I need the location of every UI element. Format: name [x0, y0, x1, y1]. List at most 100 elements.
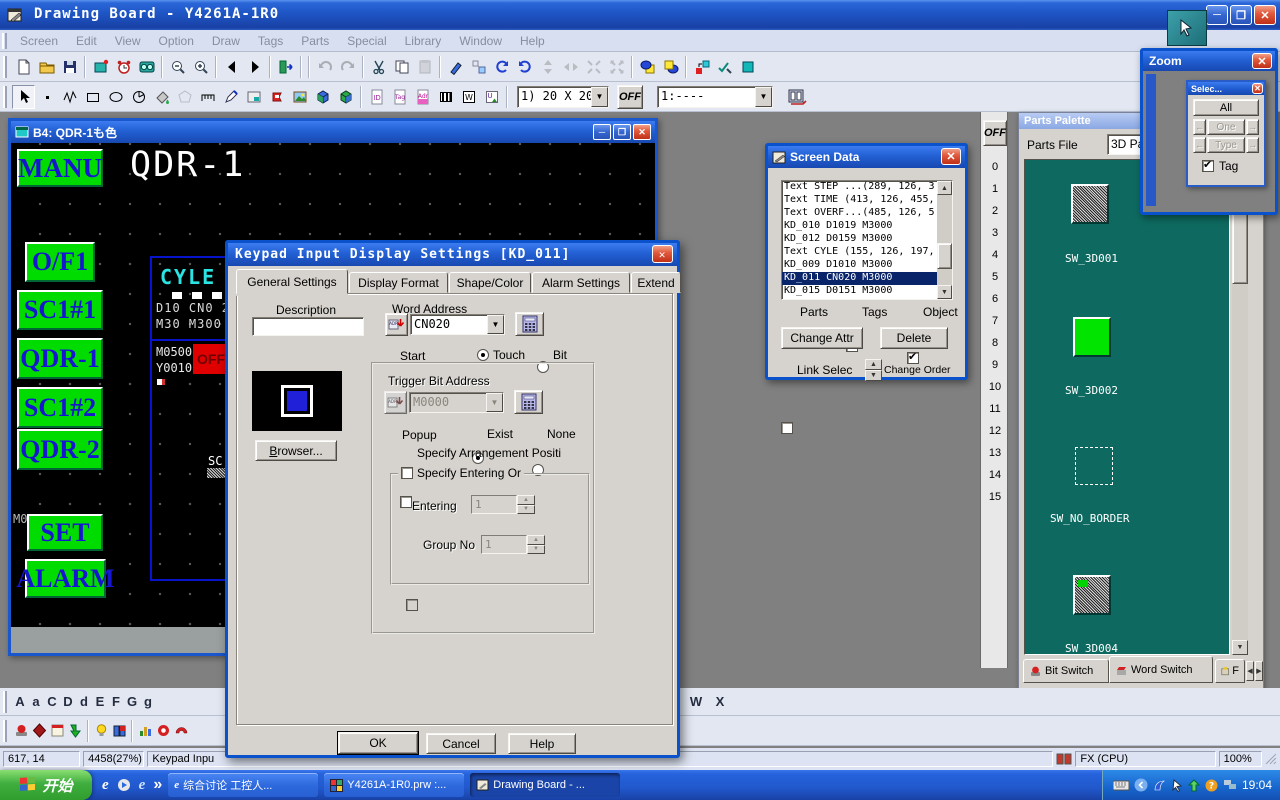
state-number[interactable]: 5 [981, 266, 1009, 288]
rotate-left-button[interactable] [490, 55, 513, 79]
letter-button[interactable]: a [28, 694, 44, 709]
update-tray-icon[interactable] [1188, 779, 1200, 792]
tag-checkbox[interactable] [1202, 160, 1214, 172]
state-number[interactable]: 7 [981, 310, 1009, 332]
selector-close-button[interactable]: ✕ [1252, 83, 1263, 94]
network-tray-icon[interactable] [1223, 779, 1237, 791]
exit-button[interactable] [274, 55, 297, 79]
delete-button[interactable]: Delete [880, 327, 948, 349]
bring-to-front-button[interactable] [636, 55, 659, 79]
hmi-button-alarm[interactable]: ALARM [25, 559, 106, 598]
enlarge-button[interactable] [605, 55, 628, 79]
part-box1-button[interactable] [311, 85, 334, 109]
screen-combo-arrow[interactable]: ▼ [755, 87, 772, 107]
save-button[interactable] [58, 55, 81, 79]
one-prev-button[interactable]: ← [1193, 119, 1206, 135]
state-number[interactable]: 15 [981, 486, 1009, 508]
half-donut-graph-button[interactable] [172, 719, 190, 743]
drawing-window-titlebar[interactable]: B4: QDR-1も色 ─ ❐ ✕ [11, 121, 655, 143]
state-number[interactable]: 3 [981, 222, 1009, 244]
rotate-right-button[interactable] [513, 55, 536, 79]
ie-quick-icon[interactable]: e [102, 777, 109, 794]
part-icon-sw3d001[interactable] [1071, 184, 1109, 224]
state-number[interactable]: 13 [981, 442, 1009, 464]
arc-tool-button[interactable] [127, 85, 150, 109]
lamp-button[interactable] [92, 719, 110, 743]
prev-screen-button[interactable] [220, 55, 243, 79]
menu-item[interactable]: View [106, 31, 150, 51]
task-button-prw[interactable]: Y4261A-1R0.prw :... [324, 773, 464, 797]
task-button-forum[interactable]: e 综合讨论 工控人... [168, 773, 318, 797]
place-part-button[interactable] [242, 85, 265, 109]
letter-button[interactable]: C [44, 694, 60, 709]
screen-data-row[interactable]: KD_012 D0159 M3000 [782, 233, 952, 246]
letter-button[interactable]: W [684, 694, 708, 709]
next-screen-button[interactable] [243, 55, 266, 79]
bit-switch-shortcut-button[interactable] [12, 719, 30, 743]
tab-function[interactable]: F [1215, 659, 1245, 683]
parts-scrollbar[interactable]: ▲ ▼ [1232, 159, 1248, 655]
dot-tool-button[interactable] [35, 85, 58, 109]
scale-tool-button[interactable] [196, 85, 219, 109]
tab-bit-switch[interactable]: Bit Switch [1023, 659, 1109, 683]
copy-button[interactable] [390, 55, 413, 79]
pointer-tool-icon[interactable] [1167, 10, 1207, 46]
screen-data-row[interactable]: Text TIME (413, 126, 455, [782, 194, 952, 207]
menu-item[interactable]: Parts [292, 31, 338, 51]
minimize-button[interactable]: ─ [1206, 5, 1228, 25]
select-one-button[interactable]: One [1207, 119, 1245, 135]
tabs-scroll-right-icon[interactable]: ▶ [1255, 661, 1263, 681]
help-button[interactable]: Help [508, 733, 576, 754]
screen-data-close-button[interactable]: ✕ [941, 148, 961, 165]
image-tool-button[interactable] [288, 85, 311, 109]
toolbar-grip[interactable] [3, 56, 7, 78]
hmi-button-qdr2[interactable]: QDR-2 [17, 429, 103, 470]
letter-button[interactable]: X [708, 694, 732, 709]
state-number[interactable]: 2 [981, 200, 1009, 222]
duplicate-button[interactable] [467, 55, 490, 79]
open-button[interactable] [35, 55, 58, 79]
fill-tool-button[interactable] [150, 85, 173, 109]
alarm-clock-button[interactable] [112, 55, 135, 79]
close-button[interactable]: ✕ [1254, 5, 1276, 25]
ie2-quick-icon[interactable]: e [139, 777, 146, 794]
pointer-tray-icon[interactable] [1171, 779, 1183, 792]
part-icon-swnoborder[interactable] [1075, 447, 1113, 485]
child-close-button[interactable]: ✕ [633, 124, 651, 140]
toolbar-grip3[interactable] [3, 691, 7, 713]
tab-general-settings[interactable]: General Settings [236, 269, 348, 294]
quick-launch-overflow[interactable]: » [153, 776, 162, 794]
type-prev-button[interactable]: ← [1193, 137, 1206, 153]
state-number[interactable]: 11 [981, 398, 1009, 420]
screen-data-titlebar[interactable]: Screen Data ✕ [768, 146, 965, 168]
graph-book-button[interactable] [110, 719, 128, 743]
cancel-button[interactable]: Cancel [426, 733, 496, 754]
menu-item[interactable]: Edit [67, 31, 106, 51]
parts-list-area[interactable]: SW_3D001 SW_3D002 SW_NO_BORDER SW_3D004 [1024, 159, 1230, 655]
dialog-titlebar[interactable]: Keypad Input Display Settings [KD_011] ✕ [228, 243, 677, 266]
mirror-vertical-button[interactable] [536, 55, 559, 79]
dialog-close-button[interactable]: ✕ [652, 245, 673, 263]
mark-tool-button[interactable] [265, 85, 288, 109]
send-to-back-button[interactable] [659, 55, 682, 79]
zoom-titlebar[interactable]: Zoom ✕ [1143, 51, 1275, 71]
state-number[interactable]: 4 [981, 244, 1009, 266]
screen-data-row[interactable]: KD_009 D1010 M3000 [782, 259, 952, 272]
word-address-calc-button[interactable] [515, 312, 544, 336]
screen-data-row[interactable]: KD_010 D1019 M3000 [782, 220, 952, 233]
tab-display-format[interactable]: Display Format [349, 272, 448, 293]
one-next-button[interactable]: → [1246, 119, 1259, 135]
trigger-calc-button[interactable] [514, 390, 543, 414]
zoom-out-button[interactable] [166, 55, 189, 79]
letter-button[interactable]: d [76, 694, 92, 709]
shrink-button[interactable] [582, 55, 605, 79]
show-address-button[interactable]: Adr [411, 85, 434, 109]
paste-button[interactable] [413, 55, 436, 79]
restore-button[interactable]: ❐ [1230, 5, 1252, 25]
tab-shape-color[interactable]: Shape/Color [449, 272, 531, 293]
hmi-button-manu[interactable]: MANU [17, 149, 103, 187]
keyboard-tray-icon[interactable] [1113, 779, 1129, 791]
touch-radio[interactable] [477, 349, 489, 361]
messenger-tray-icon[interactable] [1153, 779, 1166, 792]
selector-titlebar[interactable]: Selec... ✕ [1188, 82, 1264, 95]
